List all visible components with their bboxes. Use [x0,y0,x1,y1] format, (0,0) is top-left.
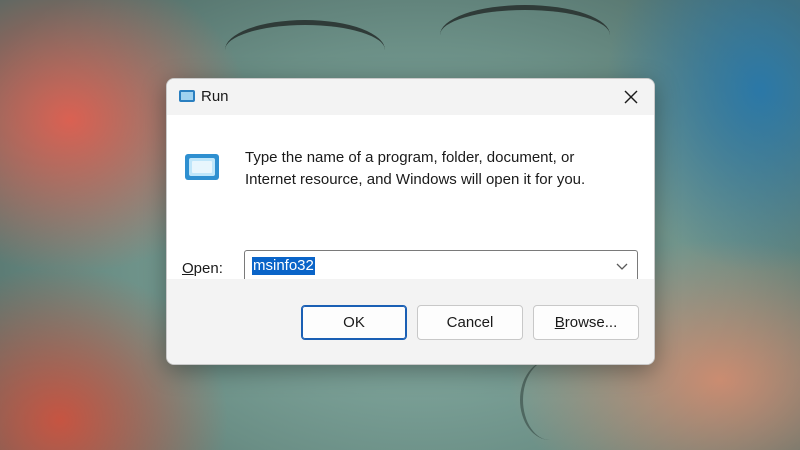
run-icon [179,90,195,102]
open-label-accelerator: O [182,260,194,277]
open-label: Open: [182,260,223,277]
run-dialog: Run Type the name of a program, folder, … [166,78,655,365]
close-icon [624,90,638,104]
browse-button[interactable]: Browse... [533,305,639,340]
instruction-text: Type the name of a program, folder, docu… [245,147,635,191]
cancel-button[interactable]: Cancel [417,305,523,340]
ok-button[interactable]: OK [301,305,407,340]
browse-label: rowse... [564,314,618,331]
close-button[interactable] [608,79,654,115]
dialog-footer: OK Cancel Browse... [167,279,654,364]
open-label-text: pen: [193,260,223,277]
open-combobox[interactable]: msinfo32 [244,250,638,282]
wallpaper-shadow [520,360,580,440]
wallpaper-brow-left [225,20,385,80]
dialog-body: Type the name of a program, folder, docu… [167,115,654,282]
chevron-down-icon[interactable] [615,260,629,272]
window-title: Run [201,88,229,105]
instruction-line-2: Internet resource, and Windows will open… [245,171,586,188]
title-bar: Run [167,79,654,115]
wallpaper-brow-right [440,5,610,65]
browse-accelerator: B [554,314,565,331]
instruction-line-1: Type the name of a program, folder, docu… [245,149,575,166]
open-input-value[interactable]: msinfo32 [252,257,315,275]
run-app-icon [185,154,219,180]
